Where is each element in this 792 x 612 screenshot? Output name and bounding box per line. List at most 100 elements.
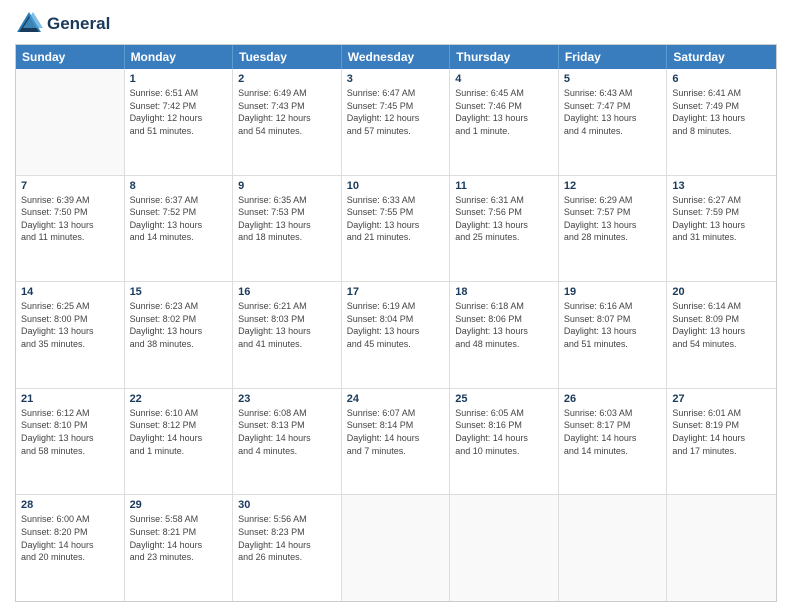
day-number: 29 xyxy=(130,499,228,511)
calendar-cell: 28 Sunrise: 6:00 AM Sunset: 8:20 PM Dayli… xyxy=(16,495,125,601)
day-number: 27 xyxy=(672,393,771,405)
day-number: 7 xyxy=(21,180,119,192)
day-info: Sunrise: 6:35 AM Sunset: 7:53 PM Dayligh… xyxy=(238,194,336,244)
calendar-week-5: 28 Sunrise: 6:00 AM Sunset: 8:20 PM Dayli… xyxy=(16,495,776,601)
calendar-cell: 7 Sunrise: 6:39 AM Sunset: 7:50 PM Daylig… xyxy=(16,176,125,282)
day-number: 28 xyxy=(21,499,119,511)
page: General SundayMondayTuesdayWednesdayThur… xyxy=(0,0,792,612)
day-info: Sunrise: 6:19 AM Sunset: 8:04 PM Dayligh… xyxy=(347,300,445,350)
calendar-cell: 13 Sunrise: 6:27 AM Sunset: 7:59 PM Dayli… xyxy=(667,176,776,282)
day-info: Sunrise: 6:41 AM Sunset: 7:49 PM Dayligh… xyxy=(672,87,771,137)
header-day-wednesday: Wednesday xyxy=(342,45,451,69)
header-day-friday: Friday xyxy=(559,45,668,69)
day-info: Sunrise: 6:49 AM Sunset: 7:43 PM Dayligh… xyxy=(238,87,336,137)
day-info: Sunrise: 6:18 AM Sunset: 8:06 PM Dayligh… xyxy=(455,300,553,350)
day-info: Sunrise: 5:56 AM Sunset: 8:23 PM Dayligh… xyxy=(238,513,336,563)
day-number: 10 xyxy=(347,180,445,192)
day-info: Sunrise: 6:16 AM Sunset: 8:07 PM Dayligh… xyxy=(564,300,662,350)
calendar-cell: 30 Sunrise: 5:56 AM Sunset: 8:23 PM Dayli… xyxy=(233,495,342,601)
day-number: 24 xyxy=(347,393,445,405)
day-number: 26 xyxy=(564,393,662,405)
calendar-cell: 1 Sunrise: 6:51 AM Sunset: 7:42 PM Daylig… xyxy=(125,69,234,175)
calendar-cell: 19Sunrise: 6:16 AM Sunset: 8:07 PM Dayli… xyxy=(559,282,668,388)
calendar-week-2: 7 Sunrise: 6:39 AM Sunset: 7:50 PM Daylig… xyxy=(16,176,776,283)
day-info: Sunrise: 6:00 AM Sunset: 8:20 PM Dayligh… xyxy=(21,513,119,563)
logo: General xyxy=(15,10,110,38)
calendar-week-1: 1 Sunrise: 6:51 AM Sunset: 7:42 PM Daylig… xyxy=(16,69,776,176)
calendar-body: 1 Sunrise: 6:51 AM Sunset: 7:42 PM Daylig… xyxy=(16,69,776,601)
day-info: Sunrise: 6:31 AM Sunset: 7:56 PM Dayligh… xyxy=(455,194,553,244)
day-info: Sunrise: 6:45 AM Sunset: 7:46 PM Dayligh… xyxy=(455,87,553,137)
day-number: 14 xyxy=(21,286,119,298)
day-number: 17 xyxy=(347,286,445,298)
day-number: 9 xyxy=(238,180,336,192)
day-number: 1 xyxy=(130,73,228,85)
header-day-thursday: Thursday xyxy=(450,45,559,69)
day-number: 22 xyxy=(130,393,228,405)
day-info: Sunrise: 6:14 AM Sunset: 8:09 PM Dayligh… xyxy=(672,300,771,350)
calendar-cell: 22 Sunrise: 6:10 AM Sunset: 8:12 PM Dayli… xyxy=(125,389,234,495)
calendar: SundayMondayTuesdayWednesdayThursdayFrid… xyxy=(15,44,777,602)
calendar-cell: 8 Sunrise: 6:37 AM Sunset: 7:52 PM Daylig… xyxy=(125,176,234,282)
header-day-sunday: Sunday xyxy=(16,45,125,69)
day-number: 12 xyxy=(564,180,662,192)
calendar-header: SundayMondayTuesdayWednesdayThursdayFrid… xyxy=(16,45,776,69)
logo-text: General xyxy=(47,15,110,34)
calendar-week-3: 14 Sunrise: 6:25 AM Sunset: 8:00 PM Dayli… xyxy=(16,282,776,389)
day-number: 8 xyxy=(130,180,228,192)
header-day-tuesday: Tuesday xyxy=(233,45,342,69)
day-info: Sunrise: 6:37 AM Sunset: 7:52 PM Dayligh… xyxy=(130,194,228,244)
day-number: 18 xyxy=(455,286,553,298)
calendar-cell: 16 Sunrise: 6:21 AM Sunset: 8:03 PM Dayli… xyxy=(233,282,342,388)
day-info: Sunrise: 6:51 AM Sunset: 7:42 PM Dayligh… xyxy=(130,87,228,137)
calendar-cell: 17 Sunrise: 6:19 AM Sunset: 8:04 PM Dayli… xyxy=(342,282,451,388)
day-number: 13 xyxy=(672,180,771,192)
day-number: 2 xyxy=(238,73,336,85)
calendar-cell xyxy=(559,495,668,601)
day-info: Sunrise: 6:08 AM Sunset: 8:13 PM Dayligh… xyxy=(238,407,336,457)
day-number: 16 xyxy=(238,286,336,298)
day-info: Sunrise: 6:21 AM Sunset: 8:03 PM Dayligh… xyxy=(238,300,336,350)
calendar-week-4: 21Sunrise: 6:12 AM Sunset: 8:10 PM Dayli… xyxy=(16,389,776,496)
calendar-cell: 5Sunrise: 6:43 AM Sunset: 7:47 PM Daylig… xyxy=(559,69,668,175)
day-info: Sunrise: 6:29 AM Sunset: 7:57 PM Dayligh… xyxy=(564,194,662,244)
calendar-cell: 6Sunrise: 6:41 AM Sunset: 7:49 PM Daylig… xyxy=(667,69,776,175)
calendar-cell: 4 Sunrise: 6:45 AM Sunset: 7:46 PM Daylig… xyxy=(450,69,559,175)
calendar-cell: 9 Sunrise: 6:35 AM Sunset: 7:53 PM Daylig… xyxy=(233,176,342,282)
day-info: Sunrise: 6:01 AM Sunset: 8:19 PM Dayligh… xyxy=(672,407,771,457)
day-info: Sunrise: 6:39 AM Sunset: 7:50 PM Dayligh… xyxy=(21,194,119,244)
calendar-cell: 21Sunrise: 6:12 AM Sunset: 8:10 PM Dayli… xyxy=(16,389,125,495)
calendar-cell: 18 Sunrise: 6:18 AM Sunset: 8:06 PM Dayli… xyxy=(450,282,559,388)
calendar-cell: 10Sunrise: 6:33 AM Sunset: 7:55 PM Dayli… xyxy=(342,176,451,282)
day-number: 23 xyxy=(238,393,336,405)
day-info: Sunrise: 6:07 AM Sunset: 8:14 PM Dayligh… xyxy=(347,407,445,457)
header-day-saturday: Saturday xyxy=(667,45,776,69)
day-number: 5 xyxy=(564,73,662,85)
day-number: 4 xyxy=(455,73,553,85)
calendar-cell: 27 Sunrise: 6:01 AM Sunset: 8:19 PM Dayli… xyxy=(667,389,776,495)
calendar-cell xyxy=(667,495,776,601)
day-info: Sunrise: 6:03 AM Sunset: 8:17 PM Dayligh… xyxy=(564,407,662,457)
day-number: 21 xyxy=(21,393,119,405)
day-info: Sunrise: 6:05 AM Sunset: 8:16 PM Dayligh… xyxy=(455,407,553,457)
day-number: 30 xyxy=(238,499,336,511)
calendar-cell: 23 Sunrise: 6:08 AM Sunset: 8:13 PM Dayli… xyxy=(233,389,342,495)
day-info: Sunrise: 6:25 AM Sunset: 8:00 PM Dayligh… xyxy=(21,300,119,350)
calendar-cell: 15Sunrise: 6:23 AM Sunset: 8:02 PM Dayli… xyxy=(125,282,234,388)
calendar-cell: 26 Sunrise: 6:03 AM Sunset: 8:17 PM Dayli… xyxy=(559,389,668,495)
day-number: 25 xyxy=(455,393,553,405)
calendar-cell: 14 Sunrise: 6:25 AM Sunset: 8:00 PM Dayli… xyxy=(16,282,125,388)
calendar-cell: 20 Sunrise: 6:14 AM Sunset: 8:09 PM Dayli… xyxy=(667,282,776,388)
calendar-cell xyxy=(16,69,125,175)
day-info: Sunrise: 6:10 AM Sunset: 8:12 PM Dayligh… xyxy=(130,407,228,457)
day-number: 11 xyxy=(455,180,553,192)
day-info: Sunrise: 6:23 AM Sunset: 8:02 PM Dayligh… xyxy=(130,300,228,350)
calendar-cell: 3Sunrise: 6:47 AM Sunset: 7:45 PM Daylig… xyxy=(342,69,451,175)
day-info: Sunrise: 6:27 AM Sunset: 7:59 PM Dayligh… xyxy=(672,194,771,244)
day-number: 3 xyxy=(347,73,445,85)
header-day-monday: Monday xyxy=(125,45,234,69)
calendar-cell: 29Sunrise: 5:58 AM Sunset: 8:21 PM Dayli… xyxy=(125,495,234,601)
calendar-cell: 12 Sunrise: 6:29 AM Sunset: 7:57 PM Dayli… xyxy=(559,176,668,282)
calendar-cell xyxy=(342,495,451,601)
day-number: 20 xyxy=(672,286,771,298)
